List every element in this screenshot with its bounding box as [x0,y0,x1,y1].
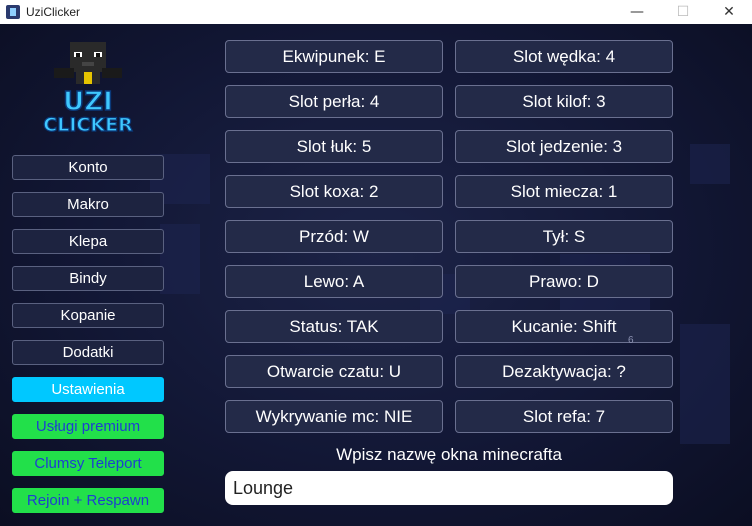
maximize-button[interactable]: ☐ [660,0,706,24]
background-pixel [160,224,200,294]
uzi-clicker-logo: UZI CLICKER [43,42,134,134]
sidebar-item-makro[interactable]: Makro [12,192,164,217]
sidebar-item-rejoin-respawn[interactable]: Rejoin + Respawn [12,488,164,513]
app-client-area: UZI CLICKER Konto Makro Klepa Bindy Kopanie D… [0,24,752,526]
sidebar-item-clumsy-teleport[interactable]: Clumsy Teleport [12,451,164,476]
setting-button-left-5[interactable]: Przód: W [225,220,443,253]
close-button[interactable]: ✕ [706,0,752,24]
sidebar-item-ustawienia[interactable]: Ustawienia [12,377,164,402]
sidebar-item-klepa[interactable]: Klepa [12,229,164,254]
setting-button-right-5[interactable]: Tył: S [455,220,673,253]
setting-button-left-2[interactable]: Slot perła: 4 [225,85,443,118]
sidebar-item-dodatki[interactable]: Dodatki [12,340,164,365]
setting-button-right-9[interactable]: Slot refa: 7 [455,400,673,433]
app-icon [6,5,20,19]
background-pixel [680,324,730,444]
window-name-prompt: Wpisz nazwę okna minecrafta [336,445,562,464]
setting-button-right-7[interactable]: Kucanie: Shift [455,310,673,343]
sidebar-item-konto[interactable]: Konto [12,155,164,180]
setting-button-right-2[interactable]: Slot kilof: 3 [455,85,673,118]
sidebar-item-kopanie[interactable]: Kopanie [12,303,164,328]
setting-button-left-7[interactable]: Status: TAK [225,310,443,343]
setting-button-left-1[interactable]: Ekwipunek: E [225,40,443,73]
setting-button-right-3[interactable]: Slot jedzenie: 3 [455,130,673,163]
sidebar-item-bindy[interactable]: Bindy [12,266,164,291]
setting-button-left-6[interactable]: Lewo: A [225,265,443,298]
logo-text-clicker: CLICKER [43,114,133,134]
setting-button-right-1[interactable]: Slot wędka: 4 [455,40,673,73]
window-title: UziClicker [26,5,80,19]
logo-text-uzi: UZI [63,87,113,117]
minimize-button[interactable]: — [614,0,660,24]
sidebar-item-usługi-premium[interactable]: Usługi premium [12,414,164,439]
background-pixel [690,144,730,184]
title-bar: UziClicker — ☐ ✕ [0,0,752,24]
window-controls: — ☐ ✕ [614,0,752,24]
setting-button-left-9[interactable]: Wykrywanie mc: NIE [225,400,443,433]
window-name-input[interactable] [225,471,673,505]
setting-button-left-4[interactable]: Slot koxa: 2 [225,175,443,208]
setting-button-right-8[interactable]: Dezaktywacja: ? [455,355,673,388]
setting-button-right-6[interactable]: Prawo: D [455,265,673,298]
setting-button-left-8[interactable]: Otwarcie czatu: U [225,355,443,388]
setting-button-right-4[interactable]: Slot miecza: 1 [455,175,673,208]
setting-button-left-3[interactable]: Slot łuk: 5 [225,130,443,163]
stray-digit: 6 [628,335,634,346]
